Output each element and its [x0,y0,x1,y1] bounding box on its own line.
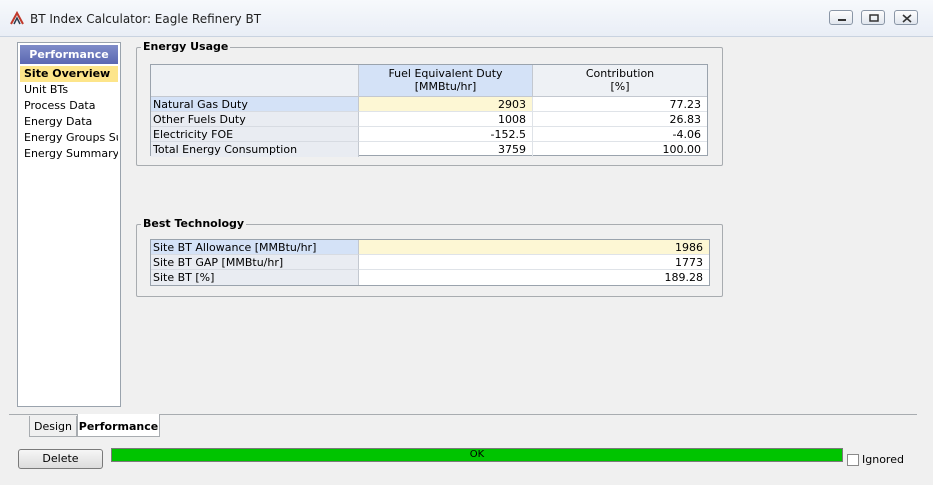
nav-item-energy-groups-summary[interactable]: Energy Groups Sur [20,130,118,146]
best-technology-title: Best Technology [141,217,247,230]
app-icon [10,10,24,25]
close-icon [902,14,912,23]
cell-other-fuels-contribution[interactable]: 26.83 [533,112,707,127]
grid-corner [151,65,359,97]
column-header-contribution[interactable]: Contribution [%] [533,65,707,97]
best-technology-grid: Site BT Allowance [MMBtu/hr] 1986 Site B… [150,239,710,286]
title-bar: BT Index Calculator: Eagle Refinery BT [0,0,933,37]
row-label-electricity-foe: Electricity FOE [151,127,359,142]
status-bar: OK [111,448,843,462]
column-header-line: Fuel Equivalent Duty [388,67,503,80]
energy-usage-grid: Fuel Equivalent Duty [MMBtu/hr] Contribu… [150,64,708,157]
nav-item-energy-summary[interactable]: Energy Summary [20,146,118,162]
row-label-total-energy-consumption: Total Energy Consumption [151,142,359,157]
cell-total-energy-contribution[interactable]: 100.00 [533,142,707,157]
energy-usage-title: Energy Usage [141,40,231,53]
cell-site-bt-allowance[interactable]: 1986 [359,240,709,255]
row-label-natural-gas-duty: Natural Gas Duty [151,97,359,112]
cell-site-bt-gap[interactable]: 1773 [359,255,709,270]
nav-item-energy-data[interactable]: Energy Data [20,114,118,130]
row-label-site-bt-percent: Site BT [%] [151,270,359,285]
energy-usage-group: Energy Usage Fuel Equivalent Duty [MMBtu… [136,40,723,166]
cell-natural-gas-duty[interactable]: 2903 [359,97,533,112]
row-label-other-fuels-duty: Other Fuels Duty [151,112,359,127]
row-label-site-bt-allowance: Site BT Allowance [MMBtu/hr] [151,240,359,255]
cell-electricity-foe-duty[interactable]: -152.5 [359,127,533,142]
best-technology-group: Best Technology Site BT Allowance [MMBtu… [136,217,723,297]
cell-other-fuels-duty[interactable]: 1008 [359,112,533,127]
maximize-button[interactable] [861,10,885,25]
cell-electricity-foe-contribution[interactable]: -4.06 [533,127,707,142]
column-header-line: Contribution [585,67,655,80]
cell-site-bt-percent[interactable]: 189.28 [359,270,709,285]
delete-button[interactable]: Delete [18,449,103,469]
minimize-icon [838,19,846,21]
nav-item-site-overview[interactable]: Site Overview [20,66,118,82]
column-header-unit: [%] [610,80,630,93]
ignored-checkbox[interactable] [847,454,859,466]
tab-performance[interactable]: Performance [77,414,160,437]
maximize-icon [869,14,879,22]
navigation-header: Performance [20,45,118,64]
nav-item-process-data[interactable]: Process Data [20,98,118,114]
column-header-fuel-equivalent-duty[interactable]: Fuel Equivalent Duty [MMBtu/hr] [359,65,533,97]
tab-design[interactable]: Design [29,416,77,437]
close-button[interactable] [894,10,918,25]
window-title: BT Index Calculator: Eagle Refinery BT [30,12,262,26]
minimize-button[interactable] [829,10,853,25]
cell-total-energy-duty[interactable]: 3759 [359,142,533,157]
navigation-panel: Performance Site Overview Unit BTs Proce… [17,42,121,407]
ignored-label[interactable]: Ignored [862,453,904,466]
nav-item-unit-bts[interactable]: Unit BTs [20,82,118,98]
cell-natural-gas-contribution[interactable]: 77.23 [533,97,707,112]
column-header-unit: [MMBtu/hr] [414,80,477,93]
row-label-site-bt-gap: Site BT GAP [MMBtu/hr] [151,255,359,270]
